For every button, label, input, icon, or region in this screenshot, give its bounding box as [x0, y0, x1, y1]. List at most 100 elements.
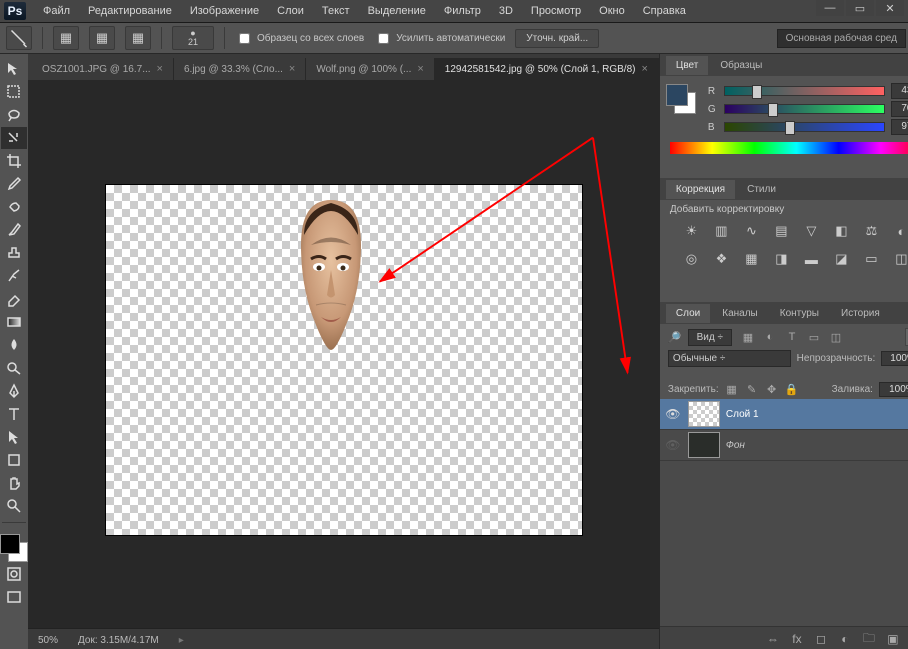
colorbal-icon[interactable]: ⚖: [860, 221, 882, 241]
link-layers-icon[interactable]: ⇔: [765, 631, 781, 647]
exposure-icon[interactable]: ▤: [770, 221, 792, 241]
menu-type[interactable]: Текст: [313, 0, 359, 22]
selcolor-icon[interactable]: ◫: [890, 249, 908, 269]
bw-icon[interactable]: ◐: [890, 221, 908, 241]
refine-edge-button[interactable]: Уточн. край...: [515, 29, 599, 48]
doc-tab-0[interactable]: OSZ1001.JPG @ 16.7...×: [32, 58, 174, 80]
tab-paths[interactable]: Контуры: [770, 304, 829, 323]
doc-tab-2[interactable]: Wolf.png @ 100% (...×: [306, 58, 434, 80]
gradient-tool[interactable]: [1, 311, 27, 333]
brightness-icon[interactable]: ☀: [680, 221, 702, 241]
stamp-tool[interactable]: [1, 242, 27, 264]
window-close[interactable]: ✕: [876, 0, 904, 16]
heal-tool[interactable]: [1, 196, 27, 218]
quick-select-tool[interactable]: [1, 127, 27, 149]
color-swatches[interactable]: [0, 534, 28, 562]
menu-view[interactable]: Просмотр: [522, 0, 590, 22]
layer-name[interactable]: Фон: [726, 440, 745, 451]
r-value[interactable]: 43: [891, 83, 908, 99]
doc-tab-1[interactable]: 6.jpg @ 33.3% (Сло...×: [174, 58, 306, 80]
doc-tab-3[interactable]: 12942581542.jpg @ 50% (Слой 1, RGB/8)×: [435, 58, 659, 80]
tool-preset-icon[interactable]: [6, 26, 32, 50]
window-minimize[interactable]: —: [816, 0, 844, 16]
chanmix-icon[interactable]: ❖: [710, 249, 732, 269]
quickmask-toggle[interactable]: [1, 563, 27, 585]
pen-tool[interactable]: [1, 380, 27, 402]
r-slider[interactable]: [724, 86, 885, 96]
mask-icon[interactable]: ◻: [813, 631, 829, 647]
lock-all-icon[interactable]: 🔒: [785, 383, 799, 397]
color-ramp[interactable]: [670, 142, 908, 154]
layer-thumb[interactable]: [688, 432, 720, 458]
shape-tool[interactable]: [1, 449, 27, 471]
layer-row[interactable]: 👁 Фон 🔒: [660, 430, 908, 461]
tab-layers[interactable]: Слои: [666, 304, 710, 323]
window-maximize[interactable]: ▭: [846, 0, 874, 16]
fx-icon[interactable]: fx: [789, 631, 805, 647]
menu-filter[interactable]: Фильтр: [435, 0, 490, 22]
photo-filter-icon[interactable]: ◎: [680, 249, 702, 269]
lock-pos-icon[interactable]: ✥: [765, 383, 779, 397]
tab-color[interactable]: Цвет: [666, 56, 708, 75]
layer-filter-kind[interactable]: Вид ÷: [688, 329, 732, 346]
sub-selection-icon[interactable]: ▦: [125, 26, 151, 50]
sample-all-layers-checkbox[interactable]: Образец со всех слоев: [235, 30, 364, 47]
opacity-value[interactable]: 100%: [881, 351, 908, 366]
auto-enhance-checkbox[interactable]: Усилить автоматически: [374, 30, 505, 47]
close-icon[interactable]: ×: [641, 63, 647, 75]
filter-pixel-icon[interactable]: ▦: [738, 328, 758, 346]
filter-shape-icon[interactable]: ▭: [804, 328, 824, 346]
fill-value[interactable]: 100%: [879, 382, 908, 397]
zoom-level[interactable]: 50%: [38, 635, 58, 646]
color-fgbg[interactable]: [666, 84, 696, 114]
path-select-tool[interactable]: [1, 426, 27, 448]
menu-select[interactable]: Выделение: [359, 0, 435, 22]
eraser-tool[interactable]: [1, 288, 27, 310]
filter-smart-icon[interactable]: ◫: [826, 328, 846, 346]
close-icon[interactable]: ×: [417, 63, 423, 75]
menu-image[interactable]: Изображение: [181, 0, 268, 22]
menu-edit[interactable]: Редактирование: [79, 0, 181, 22]
invert-icon[interactable]: ◨: [770, 249, 792, 269]
eyedropper-tool[interactable]: [1, 173, 27, 195]
menu-layer[interactable]: Слои: [268, 0, 313, 22]
lock-trans-icon[interactable]: ▦: [725, 383, 739, 397]
b-slider[interactable]: [724, 122, 885, 132]
workspace-switcher[interactable]: Основная рабочая сред: [777, 29, 906, 48]
menu-window[interactable]: Окно: [590, 0, 634, 22]
menu-file[interactable]: Файл: [34, 0, 79, 22]
brush-tool[interactable]: [1, 219, 27, 241]
layer-name[interactable]: Слой 1: [726, 409, 759, 420]
layer-row[interactable]: 👁 Слой 1: [660, 399, 908, 430]
layer-thumb[interactable]: [688, 401, 720, 427]
new-adjust-icon[interactable]: ◐: [837, 631, 853, 647]
add-selection-icon[interactable]: ▦: [89, 26, 115, 50]
close-icon[interactable]: ×: [157, 63, 163, 75]
hand-tool[interactable]: [1, 472, 27, 494]
new-group-icon[interactable]: 🗀: [861, 631, 877, 647]
tab-styles[interactable]: Стили: [737, 180, 786, 199]
canvas[interactable]: [106, 185, 582, 535]
gradmap-icon[interactable]: ▭: [860, 249, 882, 269]
lookup-icon[interactable]: ▦: [740, 249, 762, 269]
brush-picker[interactable]: ●21: [172, 26, 214, 50]
blur-tool[interactable]: [1, 334, 27, 356]
visibility-toggle[interactable]: 👁: [664, 436, 682, 454]
filter-adjust-icon[interactable]: ◐: [760, 328, 780, 346]
thresh-icon[interactable]: ◪: [830, 249, 852, 269]
curves-icon[interactable]: ∿: [740, 221, 762, 241]
tab-adjustments[interactable]: Коррекция: [666, 180, 735, 199]
new-layer-icon[interactable]: ▣: [885, 631, 901, 647]
new-selection-icon[interactable]: ▦: [53, 26, 79, 50]
menu-help[interactable]: Справка: [634, 0, 695, 22]
g-value[interactable]: 70: [891, 101, 908, 117]
marquee-tool[interactable]: [1, 81, 27, 103]
poster-icon[interactable]: ▬: [800, 249, 822, 269]
panel-fg-color[interactable]: [666, 84, 688, 106]
dodge-tool[interactable]: [1, 357, 27, 379]
b-value[interactable]: 97: [891, 119, 908, 135]
lock-pixel-icon[interactable]: ✎: [745, 383, 759, 397]
vibrance-icon[interactable]: ▽: [800, 221, 822, 241]
move-tool[interactable]: [1, 58, 27, 80]
screenmode-toggle[interactable]: [1, 586, 27, 608]
